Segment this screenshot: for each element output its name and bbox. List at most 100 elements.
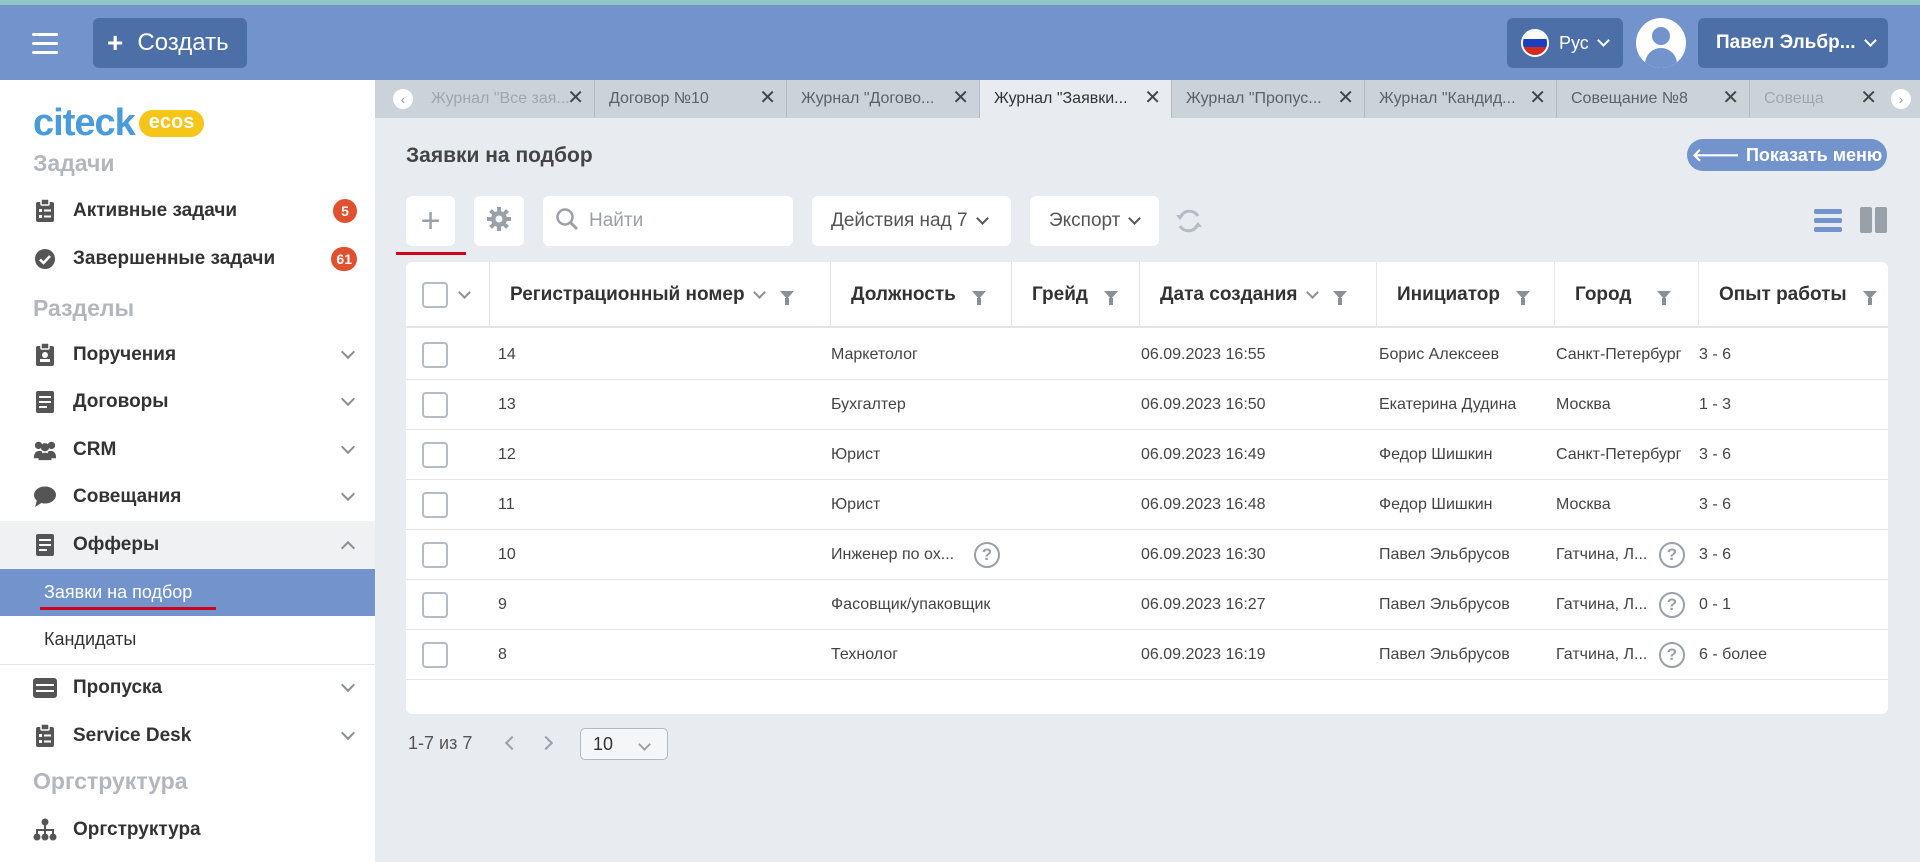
sort-chevron-icon[interactable] <box>1305 286 1319 299</box>
tab-contract-10[interactable]: Договор №10 ✕ <box>595 80 787 118</box>
add-record-button[interactable]: + <box>396 196 466 255</box>
column-header-position[interactable]: Должность <box>831 262 1012 328</box>
tab-meeting-truncated[interactable]: Совеща ✕ <box>1750 80 1887 118</box>
create-button[interactable]: + Создать <box>93 18 247 68</box>
row-checkbox[interactable] <box>422 542 448 568</box>
tab-passes-journal[interactable]: Журнал "Пропус... ✕ <box>1172 80 1365 118</box>
sidebar-item-passes[interactable]: Пропуска <box>0 664 375 712</box>
table-row[interactable]: 9 Фасовщик/упаковщик 06.09.2023 16:27 Па… <box>406 580 1888 630</box>
column-header-grade[interactable]: Грейд <box>1012 262 1140 328</box>
close-icon[interactable]: ✕ <box>952 88 969 108</box>
sidebar-item-contracts[interactable]: Договоры <box>0 378 375 426</box>
clipboard-icon <box>33 343 57 367</box>
close-icon[interactable]: ✕ <box>1144 88 1161 108</box>
filter-icon[interactable] <box>1862 291 1877 305</box>
sidebar-item-service-desk[interactable]: Service Desk <box>0 712 375 760</box>
settings-button[interactable] <box>474 196 524 246</box>
show-menu-button[interactable]: 🡐 Показать меню <box>1687 139 1887 171</box>
language-selector[interactable]: Рус <box>1507 18 1623 68</box>
close-icon[interactable]: ✕ <box>567 88 584 108</box>
close-icon[interactable]: ✕ <box>1337 88 1354 108</box>
sidebar-item-assignments[interactable]: Поручения <box>0 331 375 379</box>
tab-meeting-8[interactable]: Совещание №8 ✕ <box>1557 80 1750 118</box>
filter-icon[interactable] <box>1516 291 1531 305</box>
tab-all-requests-journal[interactable]: Журнал "Все зая... ✕ <box>417 80 595 118</box>
sidebar-item-label: Пропуска <box>73 677 163 698</box>
tab-contracts-journal[interactable]: Журнал "Догово... ✕ <box>787 80 980 118</box>
tab-candidates-journal[interactable]: Журнал "Кандид... ✕ <box>1365 80 1557 118</box>
hamburger-menu-icon[interactable] <box>32 33 58 55</box>
logo[interactable]: citeck ecos <box>33 102 205 145</box>
sidebar-item-meetings[interactable]: Совещания <box>0 473 375 521</box>
select-all-checkbox[interactable] <box>422 282 448 308</box>
close-icon[interactable]: ✕ <box>759 88 776 108</box>
preview-view-icon[interactable] <box>1860 206 1888 234</box>
search-input[interactable] <box>589 210 779 232</box>
filter-icon[interactable] <box>779 291 794 305</box>
table-row[interactable]: 8 Технолог 06.09.2023 16:19 Павел Эльбру… <box>406 630 1888 680</box>
chevron-down-icon[interactable] <box>458 286 471 299</box>
table-row[interactable]: 14 Маркетолог 06.09.2023 16:55 Борис Але… <box>406 330 1888 380</box>
sidebar-item-crm[interactable]: CRM <box>0 426 375 474</box>
filter-icon[interactable] <box>1332 291 1347 305</box>
close-icon[interactable]: ✕ <box>1860 88 1877 108</box>
actions-dropdown[interactable]: Действия над 7 <box>812 196 1011 246</box>
filter-icon[interactable] <box>1657 291 1672 305</box>
column-header-city[interactable]: Город <box>1555 262 1699 328</box>
sidebar-item-offers[interactable]: Офферы <box>0 521 375 569</box>
sidebar-item-label: Заявки на подбор <box>44 582 193 602</box>
cell-position: Маркетолог <box>831 346 918 363</box>
column-header-initiator[interactable]: Инициатор <box>1377 262 1555 328</box>
chevron-right-icon[interactable] <box>538 735 554 751</box>
sidebar-item-done-tasks[interactable]: Завершенные задачи 61 <box>0 235 375 283</box>
sort-chevron-icon[interactable] <box>752 286 766 299</box>
cell-created: 06.09.2023 16:49 <box>1141 446 1266 463</box>
chevron-down-icon <box>340 486 356 502</box>
chevron-left-icon[interactable] <box>504 735 520 751</box>
filter-icon[interactable] <box>1103 291 1118 305</box>
cell-reg-number: 9 <box>498 596 507 613</box>
chevron-down-icon <box>1596 34 1610 47</box>
table-row[interactable]: 10 Инженер по ох... ? 06.09.2023 16:30 П… <box>406 530 1888 580</box>
table-row[interactable]: 12 Юрист 06.09.2023 16:49 Федор Шишкин С… <box>406 430 1888 480</box>
table-row[interactable]: 13 Бухгалтер 06.09.2023 16:50 Екатерина … <box>406 380 1888 430</box>
create-button-label: Создать <box>137 29 229 56</box>
refresh-icon[interactable] <box>1174 206 1204 236</box>
help-icon[interactable]: ? <box>1659 642 1685 668</box>
help-icon[interactable]: ? <box>1659 592 1685 618</box>
show-menu-label: Показать меню <box>1745 144 1883 165</box>
logo-text: citeck <box>33 102 136 144</box>
export-dropdown[interactable]: Экспорт <box>1030 196 1159 246</box>
help-icon[interactable]: ? <box>974 542 1000 568</box>
tab-requests-journal[interactable]: Журнал "Заявки... ✕ <box>980 80 1172 118</box>
row-checkbox[interactable] <box>422 492 448 518</box>
user-menu-button[interactable]: Павел Эльбр... <box>1698 18 1888 68</box>
sidebar-item-orgstructure[interactable]: Оргструктура <box>0 806 375 854</box>
row-checkbox[interactable] <box>422 392 448 418</box>
sidebar-subitem-candidates[interactable]: Кандидаты <box>0 616 375 663</box>
row-checkbox[interactable] <box>422 442 448 468</box>
table-row[interactable]: 11 Юрист 06.09.2023 16:48 Федор Шишкин М… <box>406 480 1888 530</box>
help-icon[interactable]: ? <box>1659 542 1685 568</box>
column-header-experience[interactable]: Опыт работы <box>1699 262 1888 328</box>
close-icon[interactable]: ✕ <box>1722 88 1739 108</box>
page-size-select[interactable]: 10 <box>580 728 668 760</box>
sidebar-subitem-requests[interactable]: Заявки на подбор <box>0 569 375 616</box>
row-checkbox[interactable] <box>422 342 448 368</box>
filter-icon[interactable] <box>971 291 986 305</box>
column-header-reg-number[interactable]: Регистрационный номер <box>490 262 831 328</box>
close-icon[interactable]: ✕ <box>1529 88 1546 108</box>
sidebar-item-label: CRM <box>73 439 117 460</box>
section-title-org: Оргструктура <box>33 768 188 794</box>
list-view-icon[interactable] <box>1814 206 1842 234</box>
column-header-created[interactable]: Дата создания <box>1140 262 1377 328</box>
chevron-right-icon[interactable]: › <box>1891 89 1911 109</box>
row-checkbox[interactable] <box>422 642 448 668</box>
users-icon <box>33 438 57 462</box>
row-checkbox[interactable] <box>422 592 448 618</box>
cell-position: Фасовщик/упаковщик <box>831 596 991 613</box>
sidebar-item-active-tasks[interactable]: Активные задачи 5 <box>0 187 375 235</box>
sidebar-item-label: Активные задачи <box>73 200 238 221</box>
avatar[interactable] <box>1636 18 1686 68</box>
chevron-left-icon[interactable]: ‹ <box>393 89 413 109</box>
